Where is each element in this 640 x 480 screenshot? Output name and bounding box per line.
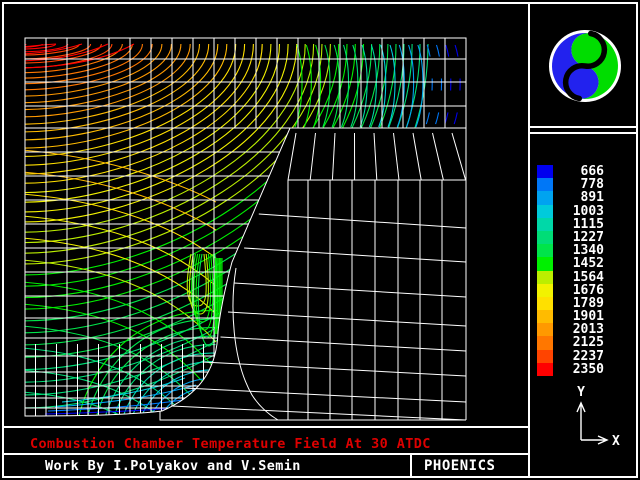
legend-swatch (537, 297, 553, 310)
temperature-contour-plot (0, 0, 528, 432)
phoenics-box: PHOENICS (410, 455, 528, 476)
phoenics-brand: PHOENICS (424, 458, 495, 474)
legend-swatch (537, 363, 553, 376)
legend-swatch (537, 336, 553, 349)
legend-value: 2237 (561, 350, 604, 363)
legend-swatch (537, 165, 553, 178)
legend-swatch (537, 257, 553, 270)
phoenics-screen: Combustion Chamber Temperature Field At … (0, 0, 640, 480)
legend-swatch (537, 350, 553, 363)
legend-swatch (537, 244, 553, 257)
legend-swatch (537, 178, 553, 191)
legend-row: 1676 (537, 284, 607, 297)
legend-swatch (537, 284, 553, 297)
legend-swatch (537, 323, 553, 336)
axis-indicator: Y X (552, 382, 626, 452)
y-axis-arrow-icon (577, 403, 585, 440)
temperature-legend: 6667788911003111512271340145215641676178… (537, 165, 607, 376)
credit-text: Work By I.Polyakov and V.Semin (45, 458, 301, 474)
legend-row: 2237 (537, 350, 607, 363)
legend-row: 1115 (537, 218, 607, 231)
plot-bottom-divider (4, 426, 528, 428)
legend-row: 1452 (537, 257, 607, 270)
legend-value: 2350 (561, 363, 604, 376)
logo-panel (530, 4, 636, 128)
legend-value: 1115 (561, 218, 604, 231)
legend-row: 1003 (537, 205, 607, 218)
legend-swatch (537, 205, 553, 218)
legend-divider (530, 132, 636, 134)
legend-value: 891 (561, 191, 604, 204)
x-axis-arrow-icon (581, 436, 607, 444)
legend-row: 2350 (537, 363, 607, 376)
legend-row: 2125 (537, 336, 607, 349)
legend-swatch (537, 231, 553, 244)
x-axis-label: X (612, 434, 620, 449)
legend-value: 1564 (561, 271, 604, 284)
chart-title: Combustion Chamber Temperature Field At … (30, 436, 431, 452)
legend-row: 1564 (537, 271, 607, 284)
legend-value: 1452 (561, 257, 604, 270)
legend-swatch (537, 310, 553, 323)
legend-value: 1003 (561, 205, 604, 218)
y-axis-label: Y (577, 385, 585, 400)
title-bar: Combustion Chamber Temperature Field At … (4, 434, 528, 455)
legend-value: 2125 (561, 336, 604, 349)
legend-row: 891 (537, 191, 607, 204)
legend-swatch (537, 191, 553, 204)
legend-value: 1676 (561, 284, 604, 297)
phoenics-logo (530, 4, 636, 126)
legend-swatch (537, 218, 553, 231)
legend-swatch (537, 271, 553, 284)
